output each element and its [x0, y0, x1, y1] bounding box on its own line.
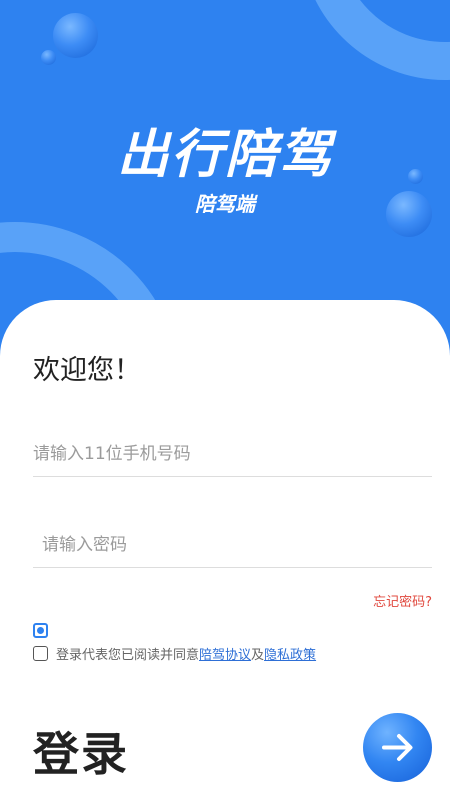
- agreement-text: 登录代表您已阅读并同意陪驾协议及隐私政策: [56, 644, 316, 663]
- phone-field: [33, 431, 432, 477]
- login-label: 登录: [33, 727, 129, 781]
- app-subtitle: 陪驾端: [195, 192, 255, 216]
- decorative-bubble: [53, 13, 98, 58]
- app-title: 出行陪驾: [116, 125, 333, 185]
- driving-agreement-link[interactable]: 陪驾协议: [199, 648, 251, 663]
- phone-input[interactable]: [33, 431, 432, 476]
- welcome-heading: 欢迎您！: [33, 355, 141, 386]
- decorative-ring: [300, 0, 450, 80]
- decorative-bubble: [41, 50, 56, 65]
- password-input[interactable]: [33, 522, 432, 567]
- agreement-checkbox[interactable]: [33, 646, 48, 661]
- arrow-right-icon: [382, 734, 413, 761]
- forgot-password-link[interactable]: 忘记密码?: [373, 591, 432, 610]
- login-button[interactable]: [363, 713, 432, 782]
- agreement-prefix: 登录代表您已阅读并同意: [56, 648, 200, 663]
- privacy-policy-link[interactable]: 隐私政策: [264, 648, 316, 663]
- login-screen: 出行陪驾 陪驾端 欢迎您！ 忘记密码? 登录代表您已阅读并同意陪驾协议及隐私政策…: [0, 0, 450, 800]
- radio-toggle[interactable]: [33, 623, 48, 638]
- agreement-join: 及: [251, 648, 265, 663]
- password-field: [33, 522, 432, 568]
